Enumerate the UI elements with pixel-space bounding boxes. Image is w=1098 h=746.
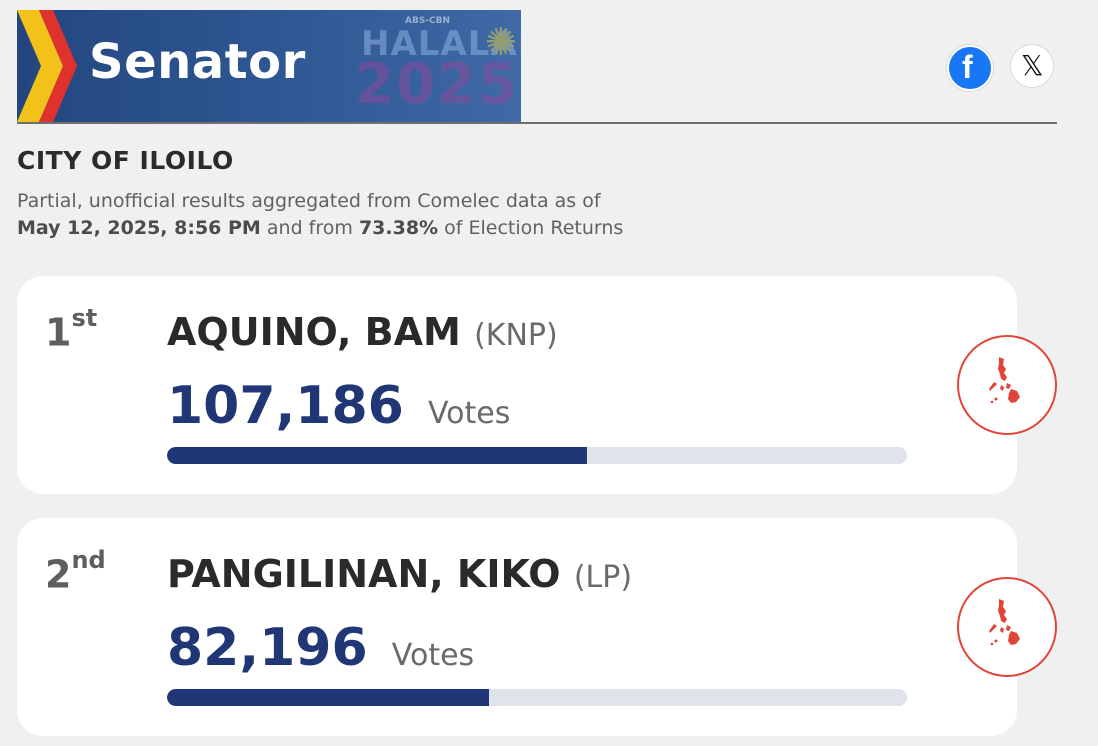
vote-bar bbox=[167, 689, 907, 706]
philippines-map-icon bbox=[989, 599, 1020, 646]
map-button[interactable] bbox=[957, 335, 1057, 435]
page-title: Senator bbox=[89, 34, 306, 90]
halalan-logo: ABS-CBN HALALAN 2025 ✺ bbox=[355, 16, 521, 117]
vote-bar bbox=[167, 447, 907, 464]
candidate-votes: 82,196 Votes bbox=[167, 618, 475, 678]
facebook-share-button[interactable]: f bbox=[947, 45, 993, 91]
candidate-rank: 2nd bbox=[45, 546, 106, 597]
header-divider bbox=[17, 122, 1057, 124]
candidate-card: 2nd PANGILINAN, KIKO (LP) 82,196 Votes bbox=[17, 518, 1057, 736]
city-name: CITY OF ILOILO bbox=[17, 146, 234, 175]
sun-icon: ✺ bbox=[485, 20, 517, 64]
results-note-line2: May 12, 2025, 8:56 PM and from 73.38% of… bbox=[17, 217, 624, 239]
chevron-decoration bbox=[17, 10, 77, 122]
philippines-map-icon bbox=[989, 357, 1020, 404]
vote-bar-fill bbox=[167, 689, 489, 706]
candidate-party: (KNP) bbox=[474, 318, 558, 353]
results-note-line1: Partial, unofficial results aggregated f… bbox=[17, 190, 601, 212]
results-percent: 73.38% bbox=[358, 217, 439, 239]
candidate-name: PANGILINAN, KIKO (LP) bbox=[167, 552, 633, 596]
vote-bar-fill bbox=[167, 447, 588, 464]
header-banner: Senator ABS-CBN HALALAN 2025 ✺ bbox=[17, 10, 521, 122]
x-icon: 𝕏 bbox=[1021, 49, 1044, 82]
x-share-button[interactable]: 𝕏 bbox=[1011, 45, 1053, 87]
candidate-card: 1st AQUINO, BAM (KNP) 107,186 Votes bbox=[17, 276, 1057, 494]
results-date: May 12, 2025, 8:56 PM bbox=[17, 217, 261, 239]
facebook-icon: f bbox=[962, 49, 973, 85]
candidate-party: (LP) bbox=[573, 560, 633, 595]
map-button[interactable] bbox=[957, 577, 1057, 677]
candidate-rank: 1st bbox=[45, 304, 98, 355]
candidate-votes: 107,186 Votes bbox=[167, 376, 511, 436]
candidate-name: AQUINO, BAM (KNP) bbox=[167, 310, 558, 354]
